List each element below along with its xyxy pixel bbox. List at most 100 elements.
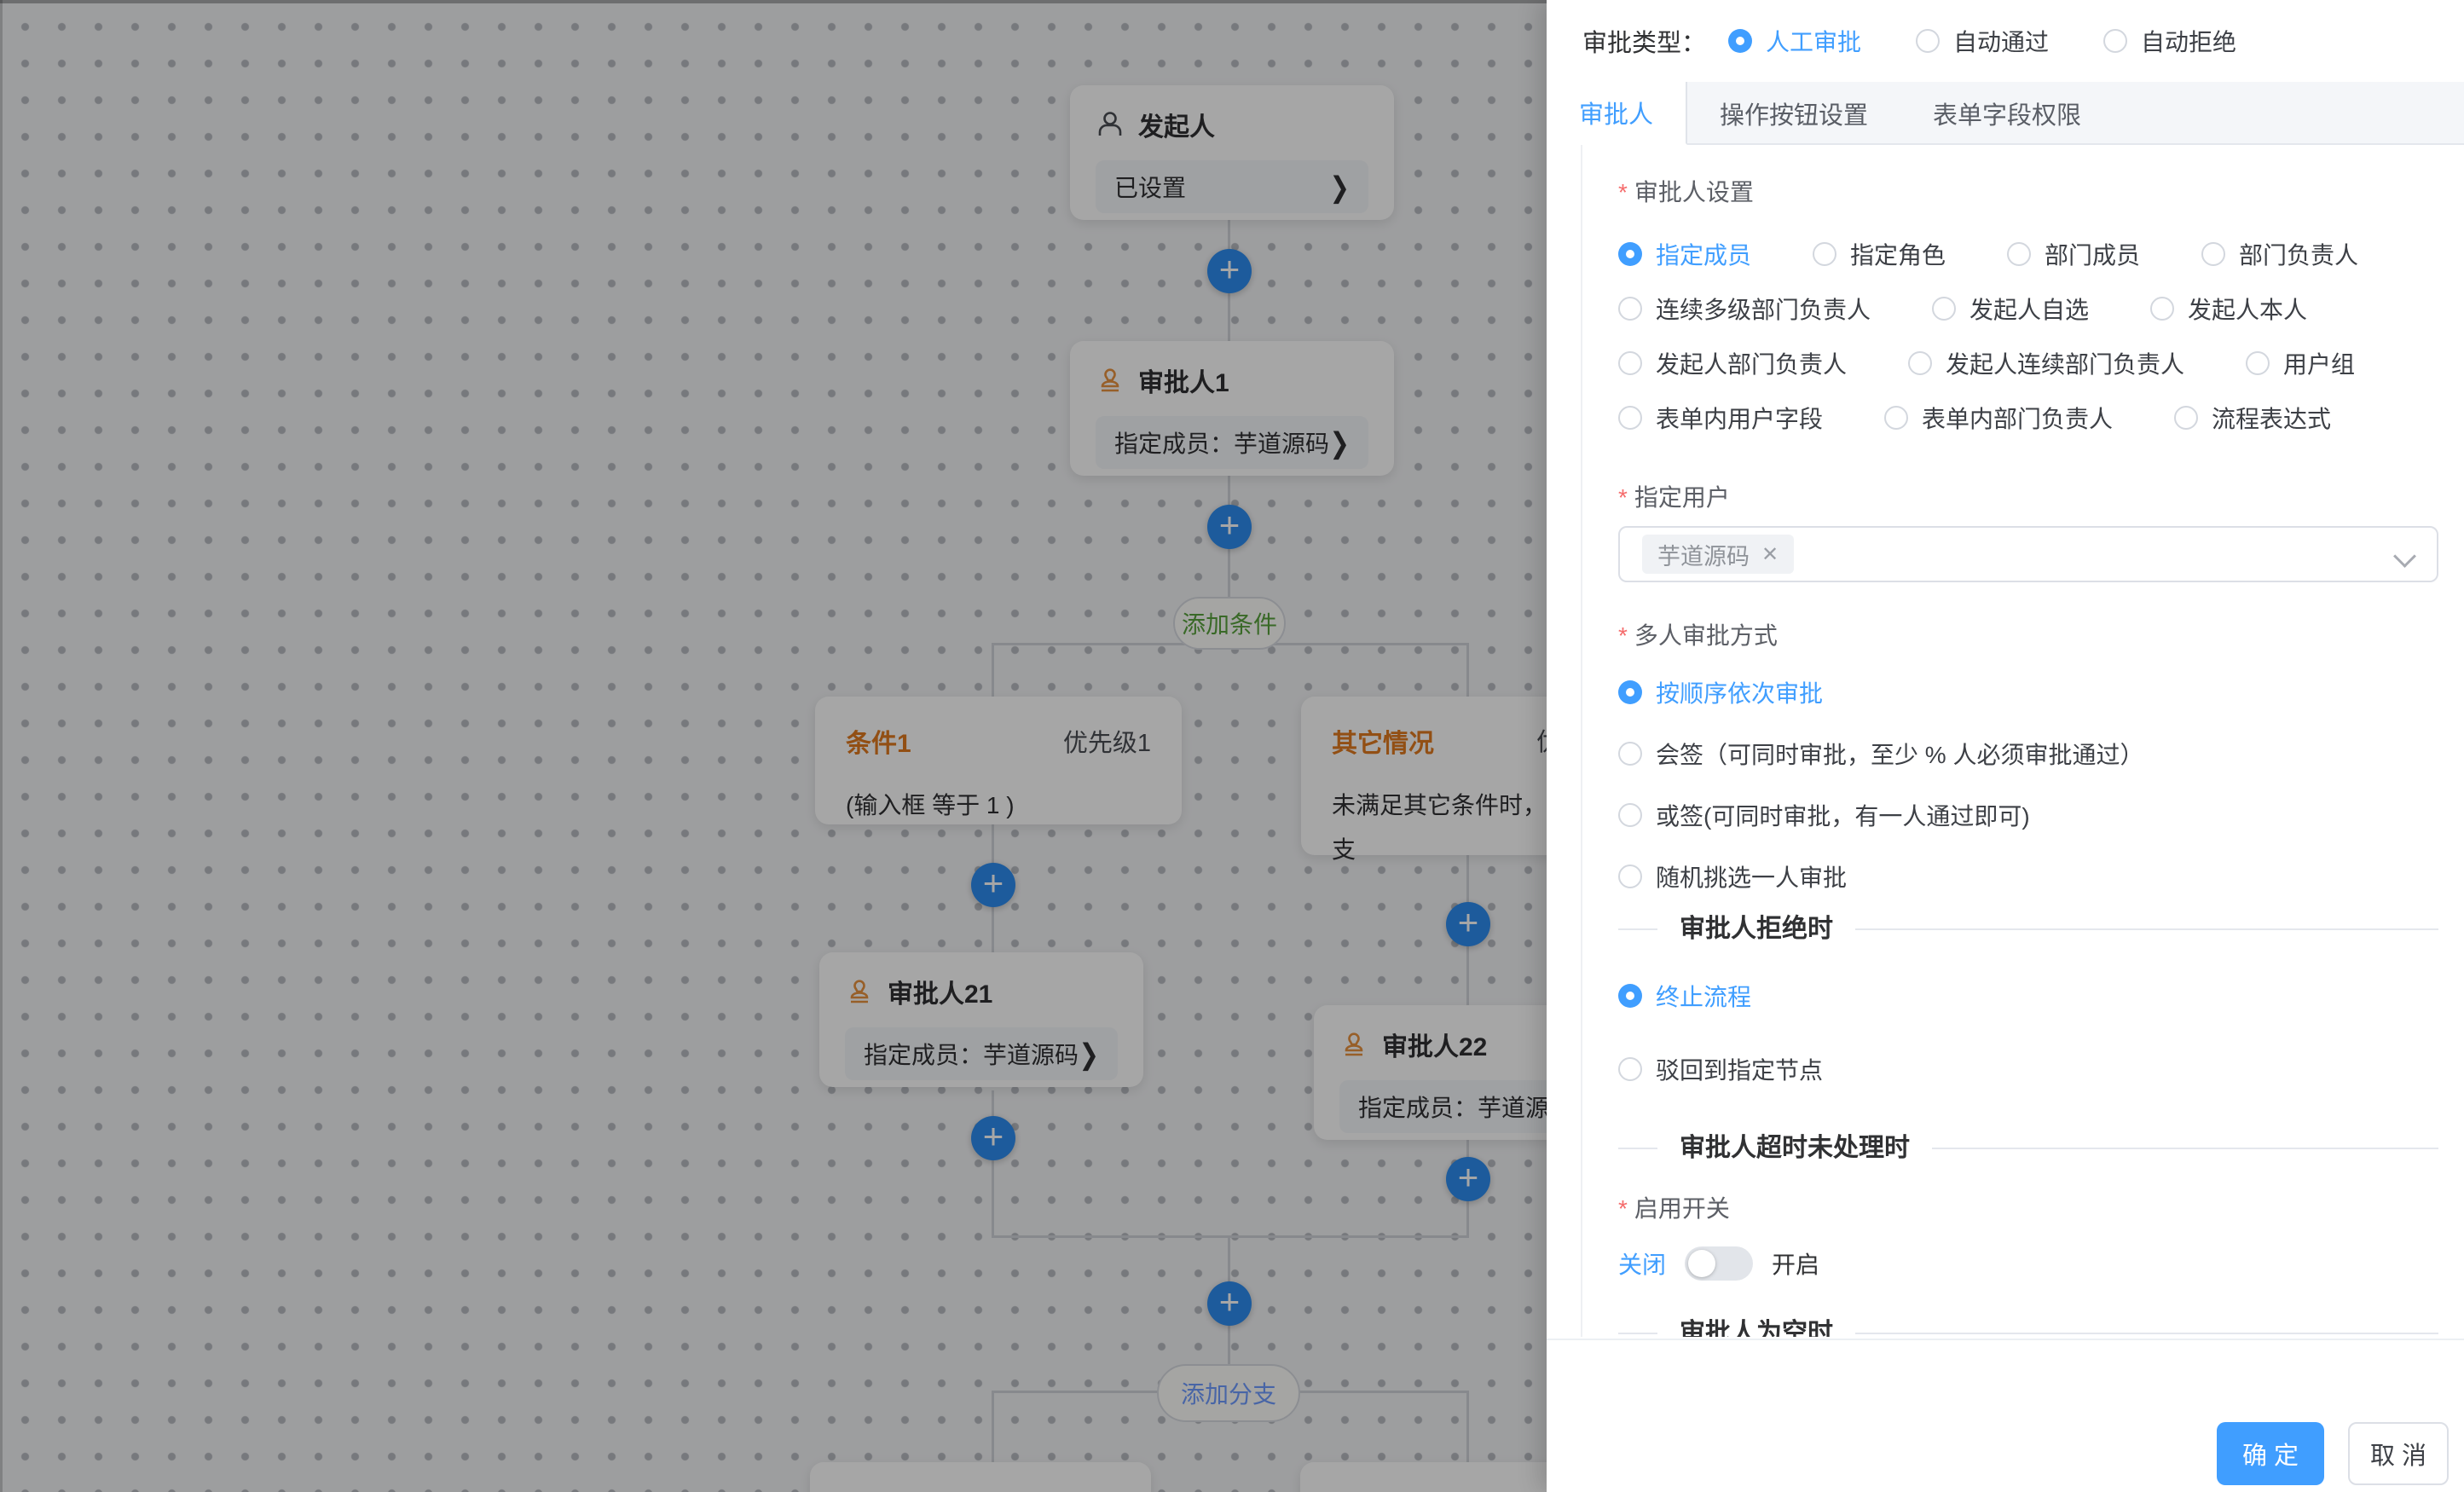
- radio-icon: [1618, 865, 1642, 888]
- radio-label: 或签(可同时审批，有一人通过即可): [1656, 798, 2030, 832]
- radio-label: 人工审批: [1766, 24, 1861, 58]
- multi-approve-label: 多人审批方式: [1618, 622, 1778, 649]
- radio-icon: [2007, 242, 2031, 266]
- approver-setting-row1: 指定成员 指定角色 部门成员 部门负责人: [1618, 237, 2438, 271]
- tab-form-field-permission[interactable]: 表单字段权限: [1900, 82, 2114, 145]
- tag-close-icon[interactable]: ✕: [1761, 542, 1779, 567]
- user-tag-label: 芋道源码: [1657, 538, 1750, 571]
- radio-icon: [1932, 297, 1956, 321]
- radio-icon: [2150, 297, 2174, 321]
- radio-auto-pass[interactable]: 自动通过: [1916, 24, 2049, 58]
- radio-user-group[interactable]: 用户组: [2246, 346, 2355, 380]
- radio-assign-member[interactable]: 指定成员: [1618, 237, 1751, 271]
- radio-initiator-choose[interactable]: 发起人自选: [1932, 292, 2089, 326]
- radio-terminate-process[interactable]: 终止流程: [1618, 979, 2438, 1013]
- drawer-body[interactable]: 审批人设置 指定成员 指定角色 部门成员 部门负责人: [1547, 145, 2464, 1337]
- radio-label: 随机挑选一人审批: [1656, 859, 1847, 893]
- flow-canvas[interactable]: 发起人 已设置 ❯ 审批人1 指定成员：芋道源码 ❯ 添加条件: [0, 0, 1547, 1492]
- radio-random-one[interactable]: 随机挑选一人审批: [1618, 859, 2438, 893]
- approval-type-header: 审批类型： 人工审批 自动通过 自动拒绝: [1582, 0, 2236, 82]
- reject-options: 终止流程 驳回到指定节点: [1618, 979, 2438, 1086]
- radio-icon: [1618, 1057, 1642, 1081]
- radio-label: 驳回到指定节点: [1656, 1052, 1823, 1086]
- radio-icon: [1618, 406, 1642, 430]
- approver-setting-row2: 连续多级部门负责人 发起人自选 发起人本人: [1618, 292, 2438, 326]
- radio-icon: [1908, 351, 1932, 375]
- radio-label: 按顺序依次审批: [1656, 675, 1823, 709]
- tab-button-settings[interactable]: 操作按钮设置: [1687, 82, 1900, 145]
- multi-approve-field: 多人审批方式: [1618, 617, 2438, 651]
- timeout-section-divider: 审批人超时未处理时: [1618, 1130, 2438, 1167]
- approver-setting-row3: 发起人部门负责人 发起人连续部门负责人 用户组: [1618, 346, 2438, 380]
- chevron-down-icon: [2393, 545, 2416, 568]
- radio-icon: [2246, 351, 2270, 375]
- empty-section-title: 审批人为空时: [1657, 1315, 1855, 1337]
- radio-initiator-multi-dept-leader[interactable]: 发起人连续部门负责人: [1908, 346, 2184, 380]
- switch-on-label: 开启: [1772, 1246, 1819, 1281]
- timeout-section-title: 审批人超时未处理时: [1657, 1130, 1932, 1167]
- radio-label: 部门成员: [2045, 237, 2140, 271]
- body-divider-line: [1581, 145, 1582, 1337]
- radio-initiator-self[interactable]: 发起人本人: [2150, 292, 2307, 326]
- radio-form-user-field[interactable]: 表单内用户字段: [1618, 401, 1823, 435]
- drawer-tabbar: 审批人 操作按钮设置 表单字段权限: [1547, 82, 2464, 145]
- radio-label: 连续多级部门负责人: [1656, 292, 1871, 326]
- reject-section-divider: 审批人拒绝时: [1618, 911, 2438, 948]
- switch-off-label: 关闭: [1618, 1246, 1666, 1281]
- enable-toggle[interactable]: [1685, 1246, 1753, 1281]
- radio-label: 指定角色: [1850, 237, 1946, 271]
- radio-label: 流程表达式: [2212, 401, 2331, 435]
- radio-label: 会签（可同时审批，至少 % 人必须审批通过）: [1656, 737, 2143, 771]
- assign-user-label: 指定用户: [1618, 484, 1730, 511]
- approver-setting-label: 审批人设置: [1618, 179, 1754, 205]
- radio-label: 表单内部门负责人: [1922, 401, 2113, 435]
- modal-mask: [0, 0, 1547, 1492]
- multi-approve-options: 按顺序依次审批 会签（可同时审批，至少 % 人必须审批通过） 或签(可同时审批，…: [1618, 675, 2438, 893]
- approver-setting-row4: 表单内用户字段 表单内部门负责人 流程表达式: [1618, 401, 2438, 435]
- radio-icon: [1618, 297, 1642, 321]
- radio-multi-level-dept-leader[interactable]: 连续多级部门负责人: [1618, 292, 1871, 326]
- canvas-left-edge: [0, 0, 3, 1492]
- tab-approver[interactable]: 审批人: [1547, 82, 1687, 145]
- radio-icon: [2201, 242, 2225, 266]
- assign-user-select[interactable]: 芋道源码 ✕: [1618, 526, 2438, 582]
- radio-process-expression[interactable]: 流程表达式: [2174, 401, 2331, 435]
- approval-type-radio-group: 人工审批 自动通过 自动拒绝: [1728, 24, 2236, 58]
- empty-section-divider: 审批人为空时: [1618, 1315, 2438, 1337]
- radio-icon: [1916, 29, 1940, 53]
- radio-icon: [1813, 242, 1836, 266]
- radio-icon: [2174, 406, 2198, 430]
- radio-label: 用户组: [2283, 346, 2355, 380]
- radio-manual-approve[interactable]: 人工审批: [1728, 24, 1861, 58]
- radio-orsign[interactable]: 或签(可同时审批，有一人通过即可): [1618, 798, 2438, 832]
- radio-initiator-dept-leader[interactable]: 发起人部门负责人: [1618, 346, 1847, 380]
- radio-auto-reject[interactable]: 自动拒绝: [2103, 24, 2236, 58]
- radio-label: 部门负责人: [2239, 237, 2358, 271]
- radio-icon: [1618, 242, 1642, 266]
- confirm-button[interactable]: 确 定: [2217, 1422, 2324, 1485]
- radio-label: 指定成员: [1656, 237, 1751, 271]
- radio-icon: [1618, 742, 1642, 766]
- approval-type-label: 审批类型：: [1582, 23, 1706, 59]
- radio-label: 发起人部门负责人: [1656, 346, 1847, 380]
- radio-dept-leader[interactable]: 部门负责人: [2201, 237, 2358, 271]
- radio-icon: [1618, 680, 1642, 704]
- radio-icon: [1618, 351, 1642, 375]
- approval-flow-designer: 发起人 已设置 ❯ 审批人1 指定成员：芋道源码 ❯ 添加条件: [0, 0, 2464, 1492]
- enable-switch-row: 关闭 开启: [1618, 1246, 2438, 1281]
- radio-sequential-approve[interactable]: 按顺序依次审批: [1618, 675, 2438, 709]
- reject-section-title: 审批人拒绝时: [1657, 911, 1855, 948]
- toggle-knob: [1688, 1250, 1715, 1277]
- radio-countersign[interactable]: 会签（可同时审批，至少 % 人必须审批通过）: [1618, 737, 2438, 771]
- assign-user-field: 指定用户: [1618, 479, 2438, 513]
- radio-dept-member[interactable]: 部门成员: [2007, 237, 2140, 271]
- radio-form-dept-leader[interactable]: 表单内部门负责人: [1884, 401, 2113, 435]
- radio-return-to-node[interactable]: 驳回到指定节点: [1618, 1052, 2438, 1086]
- radio-assign-role[interactable]: 指定角色: [1813, 237, 1946, 271]
- radio-icon: [1884, 406, 1908, 430]
- radio-icon: [1618, 984, 1642, 1008]
- cancel-button[interactable]: 取 消: [2348, 1422, 2449, 1485]
- enable-switch-field: 启用开关: [1618, 1190, 2438, 1224]
- radio-icon: [2103, 29, 2127, 53]
- radio-icon: [1728, 29, 1752, 53]
